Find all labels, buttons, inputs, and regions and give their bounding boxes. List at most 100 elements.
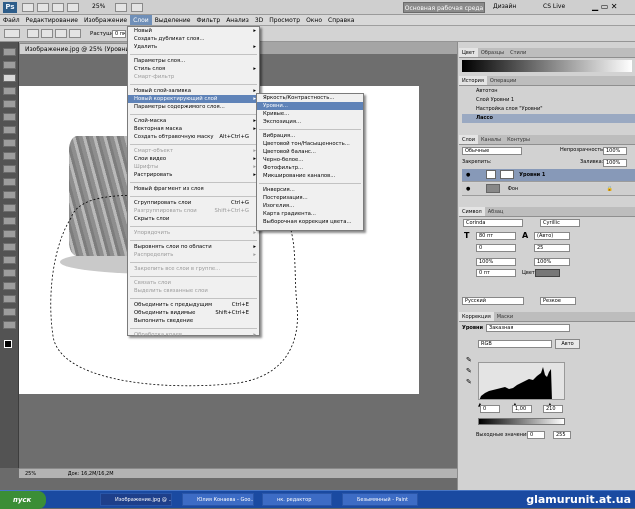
workspace-button[interactable]: Основная рабочая среда bbox=[403, 2, 485, 13]
menu-item[interactable]: Параметры содержимого слоя... bbox=[128, 103, 259, 111]
input-white-value[interactable]: 210 bbox=[543, 405, 563, 413]
menu-3d[interactable]: 3D bbox=[252, 15, 266, 25]
menu-item[interactable]: Вибрация... bbox=[257, 132, 363, 140]
menu-layer[interactable]: Слои bbox=[130, 15, 152, 25]
layer-name[interactable]: Уровни 1 bbox=[515, 172, 545, 178]
fill-input[interactable]: 100% bbox=[603, 159, 627, 167]
font-style-select[interactable]: Cyrillic bbox=[540, 219, 580, 227]
menu-analysis[interactable]: Анализ bbox=[223, 15, 252, 25]
tab-paragraph[interactable]: Абзац bbox=[485, 207, 507, 216]
menu-image[interactable]: Изображение bbox=[81, 15, 130, 25]
tab-masks[interactable]: Маски bbox=[494, 312, 516, 321]
horizontal-scale-input[interactable]: 100% bbox=[534, 258, 570, 266]
tab-channels[interactable]: Каналы bbox=[478, 135, 504, 144]
shape-tool-icon[interactable] bbox=[3, 269, 16, 277]
menu-item[interactable]: Скрыть слои bbox=[128, 215, 259, 223]
taskbar-item[interactable]: Безымянный - Paint bbox=[342, 493, 418, 506]
feather-input[interactable]: 0 пк bbox=[112, 30, 126, 38]
language-select[interactable]: Русский bbox=[462, 297, 524, 305]
status-zoom[interactable]: 25% bbox=[19, 471, 36, 477]
quick-select-tool-icon[interactable] bbox=[3, 87, 16, 95]
auto-button[interactable]: Авто bbox=[555, 339, 580, 349]
text-color-swatch[interactable] bbox=[535, 269, 560, 277]
menu-item[interactable]: Яркость/Контрастность... bbox=[257, 94, 363, 102]
menu-item[interactable]: Кривые... bbox=[257, 110, 363, 118]
menu-item[interactable]: Карта градиента... bbox=[257, 210, 363, 218]
history-brush-tool-icon[interactable] bbox=[3, 165, 16, 173]
antialias-select[interactable]: Резкое bbox=[540, 297, 576, 305]
menu-file[interactable]: Файл bbox=[0, 15, 23, 25]
zoom-tool-icon[interactable] bbox=[67, 3, 79, 12]
history-item[interactable]: Настройка слоя "Уровни" bbox=[462, 105, 635, 114]
zoom-level[interactable]: 25% bbox=[92, 3, 105, 10]
font-size-input[interactable]: 80 пт bbox=[476, 232, 516, 240]
clone-stamp-tool-icon[interactable] bbox=[3, 152, 16, 160]
tab-swatches[interactable]: Образцы bbox=[478, 48, 507, 57]
menu-item[interactable]: Новый слой-заливка ▸ bbox=[128, 87, 259, 95]
menu-item[interactable]: Выровнять слои по области ▸ bbox=[128, 243, 259, 251]
layer-row[interactable]: ● Уровни 1 bbox=[462, 169, 635, 182]
font-family-select[interactable]: Corinda bbox=[463, 219, 523, 227]
menu-edit[interactable]: Редактирование bbox=[23, 15, 81, 25]
menu-item[interactable]: Новый ▸ bbox=[128, 27, 259, 35]
eyedropper-black-icon[interactable]: ✎ bbox=[466, 356, 472, 364]
cslive-button[interactable]: CS Live bbox=[543, 3, 565, 10]
tab-adjustments[interactable]: Коррекция bbox=[459, 312, 494, 321]
layer-row[interactable]: ● Фон 🔒 bbox=[462, 183, 635, 196]
pen-tool-icon[interactable] bbox=[3, 230, 16, 238]
menu-item[interactable]: Слои видео ▸ bbox=[128, 155, 259, 163]
subtract-selection-icon[interactable] bbox=[55, 29, 67, 38]
input-black-value[interactable]: 0 bbox=[480, 405, 500, 413]
type-tool-icon[interactable] bbox=[3, 243, 16, 251]
zoom-tool-icon[interactable] bbox=[3, 321, 16, 329]
color-ramp[interactable] bbox=[462, 60, 632, 72]
eyedropper-gray-icon[interactable]: ✎ bbox=[466, 367, 472, 375]
crop-tool-icon[interactable] bbox=[3, 100, 16, 108]
menu-item[interactable]: Векторная маска ▸ bbox=[128, 125, 259, 133]
design-workspace-button[interactable]: Дизайн bbox=[493, 3, 516, 10]
eyedropper-tool-icon[interactable] bbox=[3, 113, 16, 121]
new-selection-icon[interactable] bbox=[27, 29, 39, 38]
menu-item[interactable]: Параметры слоя... bbox=[128, 57, 259, 65]
window-controls[interactable]: ▁ ▭ ✕ bbox=[592, 2, 618, 11]
menu-item[interactable]: Растрировать ▸ bbox=[128, 171, 259, 179]
history-item[interactable]: Слой Уровни 1 bbox=[462, 96, 635, 105]
tab-styles[interactable]: Стили bbox=[507, 48, 529, 57]
start-button[interactable]: пуск bbox=[0, 491, 46, 509]
lasso-tool-icon[interactable] bbox=[3, 74, 16, 82]
tab-actions[interactable]: Операции bbox=[487, 76, 519, 85]
minibridge-icon[interactable] bbox=[37, 3, 49, 12]
menu-item[interactable]: Новый фрагмент из слоя bbox=[128, 185, 259, 193]
menu-item[interactable]: Уровни... bbox=[257, 102, 363, 110]
bridge-icon[interactable] bbox=[22, 3, 34, 12]
menu-item[interactable]: Создать дубликат слоя... bbox=[128, 35, 259, 43]
tab-layers[interactable]: Слои bbox=[459, 135, 478, 144]
output-black-value[interactable]: 0 bbox=[527, 431, 545, 439]
tab-character[interactable]: Символ bbox=[459, 207, 485, 216]
screen-mode-icon[interactable] bbox=[131, 3, 143, 12]
menu-view[interactable]: Просмотр bbox=[266, 15, 303, 25]
menu-window[interactable]: Окно bbox=[303, 15, 325, 25]
menu-item[interactable]: Новый корректирующий слой ▸ bbox=[128, 95, 259, 103]
channel-select[interactable]: RGB bbox=[478, 340, 552, 348]
leading-input[interactable]: (Авто) bbox=[534, 232, 570, 240]
tab-paths[interactable]: Контуры bbox=[504, 135, 533, 144]
menu-item[interactable]: Создать обтравочную маску Alt+Ctrl+G bbox=[128, 133, 259, 141]
intersect-selection-icon[interactable] bbox=[69, 29, 81, 38]
tab-color[interactable]: Цвет bbox=[459, 48, 478, 57]
menu-item[interactable]: Экспозиция... bbox=[257, 118, 363, 126]
hand-tool-icon[interactable] bbox=[3, 308, 16, 316]
menu-item[interactable]: Цветовой тон/Насыщенность... bbox=[257, 140, 363, 148]
vertical-scale-input[interactable]: 100% bbox=[476, 258, 516, 266]
dodge-tool-icon[interactable] bbox=[3, 217, 16, 225]
eye-icon[interactable]: ● bbox=[462, 186, 470, 192]
marquee-tool-icon[interactable] bbox=[3, 61, 16, 69]
foreground-color-swatch[interactable] bbox=[4, 340, 12, 348]
menu-item[interactable]: Постеризация... bbox=[257, 194, 363, 202]
kerning-input[interactable]: 0 bbox=[476, 244, 516, 252]
preset-select[interactable]: Заказная bbox=[486, 324, 570, 332]
menu-item[interactable]: Выборочная коррекция цвета... bbox=[257, 218, 363, 226]
add-selection-icon[interactable] bbox=[41, 29, 53, 38]
menu-item[interactable]: Слой-маска ▸ bbox=[128, 117, 259, 125]
menu-select[interactable]: Выделение bbox=[152, 15, 194, 25]
